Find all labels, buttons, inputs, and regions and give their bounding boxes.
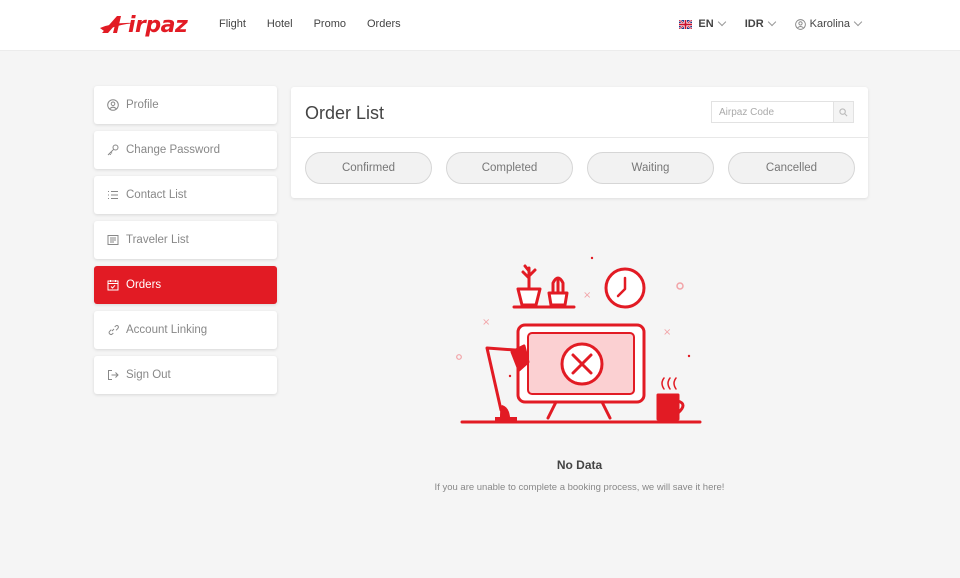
logo-text: irpaz	[128, 12, 188, 38]
sidebar-item-label: Orders	[126, 279, 162, 291]
key-icon	[107, 144, 119, 156]
link-icon	[108, 324, 119, 336]
sidebar-item-label: Change Password	[126, 144, 220, 156]
order-list-panel: Order List Confirmed Completed Waiting C…	[291, 87, 868, 198]
chevron-down-icon	[853, 17, 863, 27]
divider	[291, 137, 868, 138]
empty-orders-illustration: × × ×	[456, 256, 702, 424]
sidebar-item-label: Profile	[126, 99, 159, 111]
sidebar-item-orders[interactable]: Orders	[94, 266, 277, 304]
user-circle-icon	[794, 18, 806, 30]
empty-state-title: No Data	[556, 458, 603, 472]
sidebar-item-label: Account Linking	[126, 324, 208, 336]
airpaz-code-search	[711, 101, 854, 123]
nav-hotel[interactable]: Hotel	[267, 18, 293, 30]
chevron-down-icon	[767, 17, 776, 27]
svg-text:×: ×	[583, 290, 591, 301]
language-selector[interactable]: EN	[679, 17, 726, 30]
sidebar-item-contact-list[interactable]: Contact List	[94, 176, 277, 214]
currency-label: IDR	[744, 18, 764, 30]
nav-promo[interactable]: Promo	[314, 18, 346, 30]
order-status-tabs: Confirmed Completed Waiting Cancelled	[305, 152, 869, 184]
calendar-check-icon	[107, 280, 119, 291]
svg-text:×: ×	[663, 327, 671, 338]
list-icon	[108, 191, 118, 199]
tab-completed[interactable]: Completed	[446, 152, 573, 184]
airpaz-logo[interactable]: irpaz	[100, 12, 188, 38]
airpaz-code-input[interactable]	[711, 101, 833, 123]
sidebar-item-label: Sign Out	[126, 369, 171, 381]
nav-orders[interactable]: Orders	[367, 18, 401, 30]
nav-flight[interactable]: Flight	[219, 18, 246, 30]
sidebar-item-label: Contact List	[126, 189, 187, 201]
tab-waiting[interactable]: Waiting	[587, 152, 714, 184]
sidebar-item-label: Traveler List	[126, 234, 189, 246]
sidebar-item-traveler-list[interactable]: Traveler List	[94, 221, 277, 259]
sidebar-item-profile[interactable]: Profile	[94, 86, 277, 124]
header-right: EN IDR Karolina	[659, 17, 863, 30]
chevron-down-icon	[717, 17, 726, 27]
top-header: irpaz Flight Hotel Promo Orders EN IDR K…	[0, 0, 960, 51]
user-name: Karolina	[809, 18, 850, 30]
tab-confirmed[interactable]: Confirmed	[305, 152, 432, 184]
search-button[interactable]	[833, 101, 854, 123]
main-nav: Flight Hotel Promo Orders	[219, 18, 422, 30]
svg-text:×: ×	[482, 317, 490, 328]
id-card-icon	[107, 235, 119, 245]
sidebar-item-account-linking[interactable]: Account Linking	[94, 311, 277, 349]
page-title: Order List	[305, 103, 385, 123]
search-icon	[839, 107, 848, 116]
user-circle-icon	[107, 99, 119, 111]
tab-cancelled[interactable]: Cancelled	[728, 152, 855, 184]
sidebar-item-sign-out[interactable]: Sign Out	[94, 356, 277, 394]
sign-out-icon	[108, 370, 119, 380]
uk-flag-icon	[679, 19, 693, 29]
currency-selector[interactable]: IDR	[744, 17, 776, 30]
empty-state-description: If you are unable to complete a booking …	[434, 482, 725, 493]
user-menu[interactable]: Karolina	[794, 17, 863, 30]
sidebar-item-change-password[interactable]: Change Password	[94, 131, 277, 169]
language-label: EN	[698, 18, 714, 30]
account-sidebar: Profile Change Password Contact List Tra…	[94, 86, 277, 401]
